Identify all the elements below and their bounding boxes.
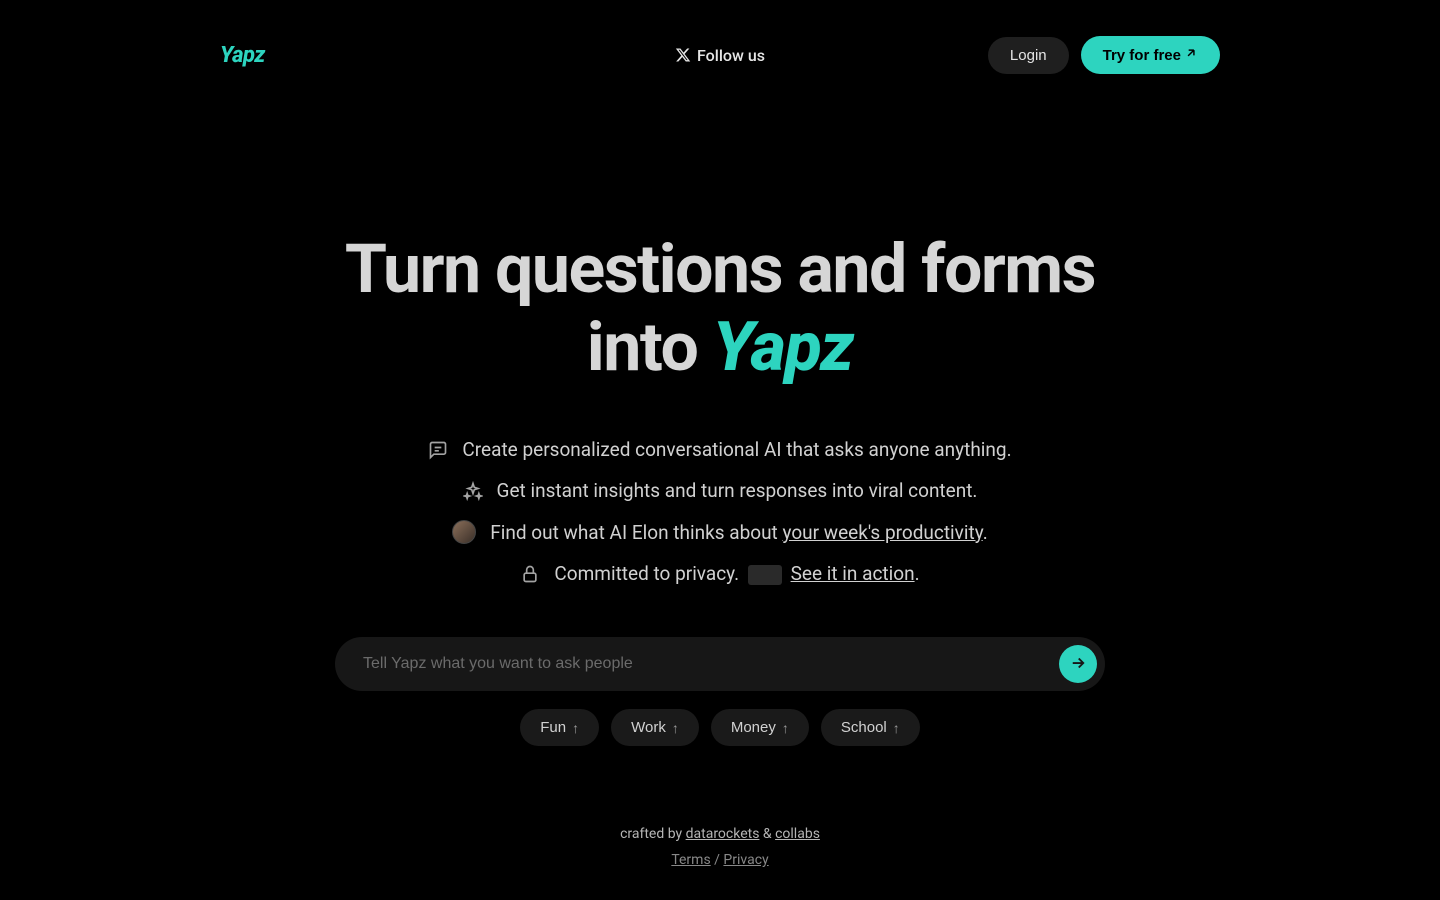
- arrow-up-icon: ↑: [782, 720, 789, 736]
- hero-title: Turn questions and forms into Yapz: [0, 230, 1440, 386]
- footer: crafted by datarockets & collabs Terms /…: [0, 826, 1440, 868]
- hero-line2-prefix: into: [587, 307, 713, 387]
- feature-suffix: .: [983, 521, 988, 544]
- hero-line1: Turn questions and forms: [345, 229, 1095, 309]
- try-free-button[interactable]: Try for free: [1081, 36, 1220, 74]
- footer-sep: /: [711, 852, 724, 868]
- terms-link[interactable]: Terms: [671, 852, 710, 868]
- feature-list: Create personalized conversational AI th…: [0, 438, 1440, 585]
- crafted-mid: &: [759, 826, 775, 842]
- prompt-bar: [335, 637, 1105, 691]
- productivity-link[interactable]: your week's productivity: [782, 521, 982, 544]
- crafted-prefix: crafted by: [620, 826, 686, 842]
- chip-label: School: [841, 719, 887, 736]
- hero-brand: Yapz: [713, 307, 854, 387]
- chip-label: Money: [731, 719, 776, 736]
- feature-item: Find out what AI Elon thinks about your …: [452, 520, 987, 544]
- privacy-link[interactable]: Privacy: [723, 852, 768, 868]
- feature-text: Find out what AI Elon thinks about your …: [490, 521, 987, 544]
- collabs-link[interactable]: collabs: [775, 826, 820, 842]
- header-actions: Login Try for free: [988, 36, 1220, 74]
- see-action-link[interactable]: See it in action: [791, 562, 915, 585]
- arrow-up-icon: ↑: [893, 720, 900, 736]
- cta-label: Try for free: [1103, 47, 1181, 64]
- feature-item: Committed to privacy. See it in action.: [520, 562, 919, 585]
- feature-text: Committed to privacy. See it in action.: [554, 562, 919, 585]
- chip-school[interactable]: School ↑: [821, 709, 920, 746]
- header: Yapz Follow us Login Try for free: [0, 0, 1440, 110]
- feature-item: Get instant insights and turn responses …: [463, 479, 978, 502]
- follow-us-link[interactable]: Follow us: [675, 46, 765, 65]
- footer-links: Terms / Privacy: [0, 852, 1440, 868]
- x-twitter-icon: [675, 47, 691, 63]
- arrow-right-icon: [1069, 654, 1087, 675]
- feature-item: Create personalized conversational AI th…: [428, 438, 1011, 461]
- feature-text: Create personalized conversational AI th…: [462, 438, 1011, 461]
- crafted-by: crafted by datarockets & collabs: [0, 826, 1440, 842]
- chip-label: Fun: [540, 719, 566, 736]
- lock-icon: [520, 564, 540, 584]
- chip-money[interactable]: Money ↑: [711, 709, 809, 746]
- arrow-up-right-icon: [1184, 46, 1198, 64]
- feature-suffix: .: [915, 562, 920, 585]
- datarockets-link[interactable]: datarockets: [686, 826, 760, 842]
- arrow-up-icon: ↑: [572, 720, 579, 736]
- feature-prefix: Find out what AI Elon thinks about: [490, 521, 782, 544]
- message-square-icon: [428, 440, 448, 460]
- logo[interactable]: Yapz: [220, 43, 265, 68]
- feature-prefix: Committed to privacy.: [554, 562, 743, 585]
- follow-us-label: Follow us: [697, 46, 765, 65]
- login-button[interactable]: Login: [988, 37, 1069, 74]
- chip-work[interactable]: Work ↑: [611, 709, 699, 746]
- prompt-input[interactable]: [363, 655, 1059, 673]
- submit-button[interactable]: [1059, 645, 1097, 683]
- hero: Turn questions and forms into Yapz Creat…: [0, 230, 1440, 746]
- avatar-icon: [452, 520, 476, 544]
- chip-fun[interactable]: Fun ↑: [520, 709, 599, 746]
- chip-label: Work: [631, 719, 666, 736]
- video-thumb-icon: [748, 565, 782, 585]
- sparkles-icon: [463, 481, 483, 501]
- arrow-up-icon: ↑: [672, 720, 679, 736]
- chip-row: Fun ↑ Work ↑ Money ↑ School ↑: [0, 709, 1440, 746]
- feature-text: Get instant insights and turn responses …: [497, 479, 978, 502]
